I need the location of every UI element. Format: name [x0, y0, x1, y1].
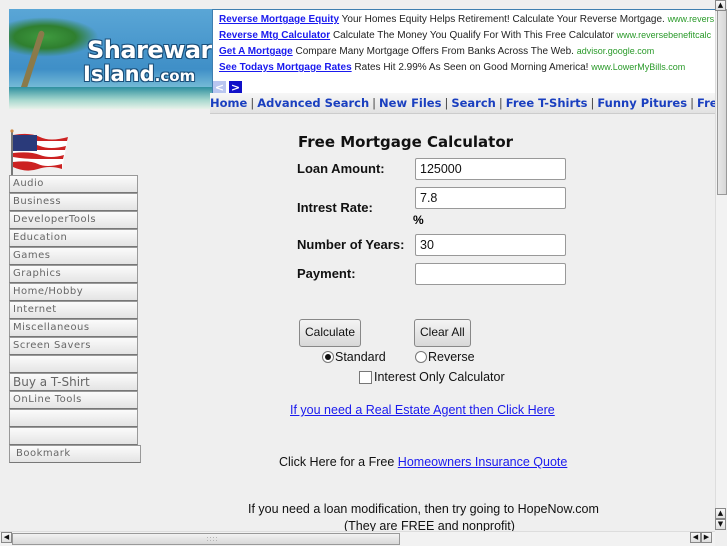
sidebar-item-screen-savers[interactable]: Screen Savers	[9, 337, 138, 355]
vertical-scroll-thumb[interactable]	[717, 9, 727, 195]
radio-standard[interactable]: Standard	[322, 350, 386, 364]
top-navigation: Home | Advanced Search | New Files | Search | Fr…	[210, 93, 727, 114]
interest-rate-label: Intrest Rate:	[297, 200, 373, 215]
years-label: Number of Years:	[297, 237, 405, 252]
logo-name: Island	[83, 62, 155, 86]
ad-text: Compare Many Mortgage Offers From Banks …	[295, 46, 574, 57]
interest-only-checkbox-box[interactable]	[359, 370, 372, 384]
ad-url[interactable]: advisor.google.com	[577, 46, 655, 56]
nav-separator: |	[444, 96, 449, 110]
loan-amount-input[interactable]: 125000	[415, 158, 566, 180]
ad-title-link[interactable]: Reverse Mortgage Equity	[219, 14, 339, 25]
radio-standard-label: Standard	[335, 350, 386, 364]
real-estate-link-container: If you need a Real Estate Agent then Cli…	[290, 403, 555, 417]
scroll-up-arrow-icon[interactable]: ▲	[715, 0, 726, 11]
site-logo[interactable]: Shareware Island.com	[9, 9, 212, 109]
logo-suffix: .com	[154, 67, 196, 85]
sidebar-item-internet[interactable]: Internet	[9, 301, 138, 319]
insurance-prefix: Click Here for a Free	[279, 455, 395, 469]
loan-amount-label: Loan Amount:	[297, 161, 385, 176]
nav-separator: |	[498, 96, 503, 110]
nav-funny-pictures[interactable]: Funny Pitures	[597, 96, 687, 110]
ad-text: Your Homes Equity Helps Retirement! Calc…	[341, 14, 665, 25]
ad-text: Calculate The Money You Qualify For With…	[332, 30, 614, 41]
radio-standard-indicator[interactable]	[322, 351, 334, 363]
nav-new-files[interactable]: New Files	[379, 96, 441, 110]
years-input[interactable]: 30	[415, 234, 566, 256]
ad-title-link[interactable]: Get A Mortgage	[219, 46, 293, 57]
radio-reverse[interactable]: Reverse	[415, 350, 475, 364]
sidebar-item-empty	[9, 409, 138, 427]
nav-separator: |	[372, 96, 377, 110]
scroll-grip-icon	[206, 536, 218, 542]
percent-sign: %	[413, 213, 424, 227]
us-flag-icon	[10, 129, 68, 175]
radio-reverse-indicator[interactable]	[415, 351, 427, 363]
sidebar-item-graphics[interactable]: Graphics	[9, 265, 138, 283]
sidebar-item-buy-tshirt[interactable]: Buy a T-Shirt	[9, 373, 138, 391]
sea-graphic	[9, 87, 212, 109]
ad-title-link[interactable]: Reverse Mtg Calculator	[219, 30, 330, 41]
sidebar-item-business[interactable]: Business	[9, 193, 138, 211]
payment-label: Payment:	[297, 266, 356, 281]
radio-reverse-label: Reverse	[428, 350, 475, 364]
horizontal-scroll-thumb[interactable]	[12, 533, 400, 545]
nav-separator: |	[250, 96, 255, 110]
calculate-button[interactable]: Calculate	[299, 319, 362, 347]
sidebar-item-online-tools[interactable]: OnLine Tools	[9, 391, 138, 409]
scroll-up-arrow-icon[interactable]: ▲	[715, 508, 726, 519]
sidebar-item-audio[interactable]: Audio	[9, 175, 138, 193]
real-estate-agent-link[interactable]: If you need a Real Estate Agent then Cli…	[290, 403, 555, 417]
ad-url[interactable]: www.reversebenefitcalc	[617, 30, 712, 40]
ad-item: Get A Mortgage Compare Many Mortgage Off…	[219, 46, 654, 57]
ad-item: See Todays Mortgage Rates Rates Hit 2.99…	[219, 62, 685, 73]
ad-text: Rates Hit 2.99% As Seen on Good Morning …	[354, 62, 589, 73]
category-sidebar: Audio Business DeveloperTools Education …	[9, 175, 141, 463]
vertical-scrollbar[interactable]	[715, 9, 727, 529]
sidebar-item-miscellaneous[interactable]: Miscellaneous	[9, 319, 138, 337]
nav-search[interactable]: Search	[451, 96, 496, 110]
scroll-left-arrow-icon[interactable]: ◀	[1, 532, 12, 543]
ad-url[interactable]: www.LowerMyBills.com	[591, 62, 685, 72]
ad-item: Reverse Mortgage Equity Your Homes Equit…	[219, 14, 714, 25]
sidebar-item-bookmark[interactable]: Bookmark	[9, 445, 141, 463]
loan-modification-text: If you need a loan modification, then tr…	[248, 502, 599, 516]
palm-tree-graphic	[9, 17, 99, 57]
nav-home[interactable]: Home	[210, 96, 247, 110]
ad-url[interactable]: www.revers	[668, 14, 715, 24]
ad-title-link[interactable]: See Todays Mortgage Rates	[219, 62, 352, 73]
horizontal-scrollbar[interactable]	[0, 531, 715, 546]
clear-all-button[interactable]: Clear All	[414, 319, 471, 347]
sidebar-item-education[interactable]: Education	[9, 229, 138, 247]
scroll-right-arrow-icon[interactable]: ▶	[701, 532, 712, 543]
interest-rate-input[interactable]: 7.8	[415, 187, 566, 209]
interest-only-label: Interest Only Calculator	[374, 370, 505, 384]
nav-separator: |	[690, 96, 694, 110]
sidebar-item-developertools[interactable]: DeveloperTools	[9, 211, 138, 229]
sidebar-item-games[interactable]: Games	[9, 247, 138, 265]
scroll-down-arrow-icon[interactable]: ▼	[715, 519, 726, 530]
scroll-left-arrow-icon[interactable]: ◀	[690, 532, 701, 543]
nav-free-tshirts[interactable]: Free T-Shirts	[506, 96, 588, 110]
sidebar-item-empty	[9, 355, 138, 373]
ad-box: Reverse Mortgage Equity Your Homes Equit…	[212, 9, 716, 94]
payment-output[interactable]	[415, 263, 566, 285]
interest-only-checkbox[interactable]: Interest Only Calculator	[359, 370, 505, 384]
logo-text-line2: Island.com	[83, 62, 195, 86]
ad-item: Reverse Mtg Calculator Calculate The Mon…	[219, 30, 711, 41]
page-title: Free Mortgage Calculator	[298, 133, 514, 151]
nav-separator: |	[590, 96, 595, 110]
logo-text-line1: Shareware	[87, 36, 212, 64]
sidebar-item-home-hobby[interactable]: Home/Hobby	[9, 283, 138, 301]
homeowners-insurance-link[interactable]: Homeowners Insurance Quote	[398, 455, 568, 469]
sidebar-item-empty	[9, 427, 138, 445]
nav-advanced-search[interactable]: Advanced Search	[257, 96, 369, 110]
insurance-line: Click Here for a Free Homeowners Insuran…	[279, 455, 567, 469]
